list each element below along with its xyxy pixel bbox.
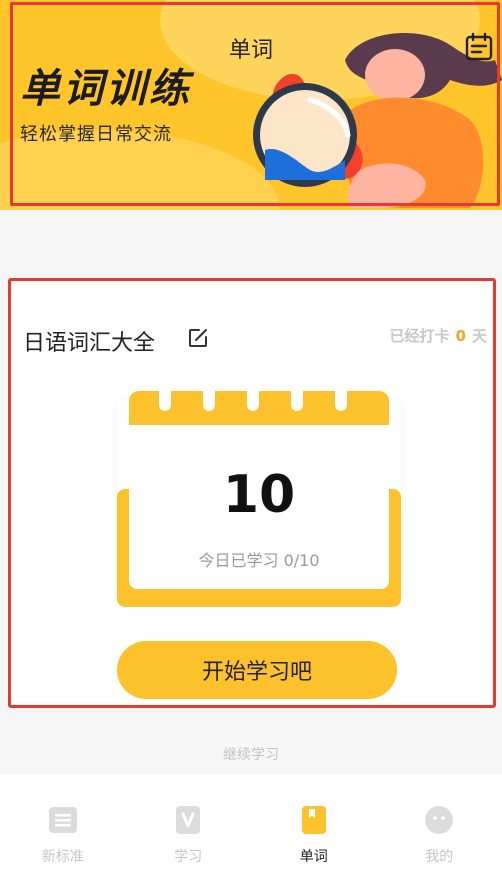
streak-count: 0 (455, 327, 466, 345)
daily-calendar: 10 今日已学习 0/10 (117, 389, 401, 609)
checkin-streak: 已经打卡 0 天 (390, 325, 487, 346)
tab-label: 我的 (425, 849, 454, 865)
streak-suffix: 天 (471, 327, 487, 345)
tab-label: 学习 (174, 849, 203, 865)
calendar-icon[interactable] (464, 32, 494, 62)
tab-mine[interactable]: 我的 (377, 774, 502, 876)
edit-icon[interactable] (187, 327, 209, 349)
streak-prefix: 已经打卡 (389, 327, 450, 345)
tab-label: 单词 (299, 849, 328, 865)
calendar-page: 10 今日已学习 0/10 (129, 425, 389, 589)
tab-label: 新标准 (41, 849, 84, 865)
calendar-ring (159, 391, 171, 411)
book-stack-icon (48, 807, 77, 833)
face-icon (425, 806, 454, 834)
continue-study-link[interactable]: 继续学习 (0, 744, 502, 764)
start-study-button[interactable]: 开始学习吧 (117, 641, 397, 699)
bottom-tab-bar: 新标准 学习 单词 我的 (0, 774, 502, 876)
tab-new-standard[interactable]: 新标准 (0, 774, 126, 876)
today-word-count: 10 (222, 465, 296, 525)
tab-words[interactable]: 单词 (251, 774, 377, 876)
page-title: 单词 (228, 38, 273, 63)
tab-study[interactable]: 学习 (126, 774, 252, 876)
bookmark-book-icon (301, 806, 326, 834)
v-card-icon (176, 806, 201, 834)
calendar-ring (203, 391, 215, 411)
calendar-ring (335, 391, 347, 411)
calendar-ring (247, 391, 259, 411)
calendar-ring (291, 391, 303, 411)
book-name[interactable]: 日语词汇大全 (23, 325, 155, 357)
today-progress: 今日已学习 0/10 (198, 551, 320, 570)
study-card: 日语词汇大全 已经打卡 0 天 10 今日已学习 0/10 开始学习吧 (8, 278, 496, 708)
